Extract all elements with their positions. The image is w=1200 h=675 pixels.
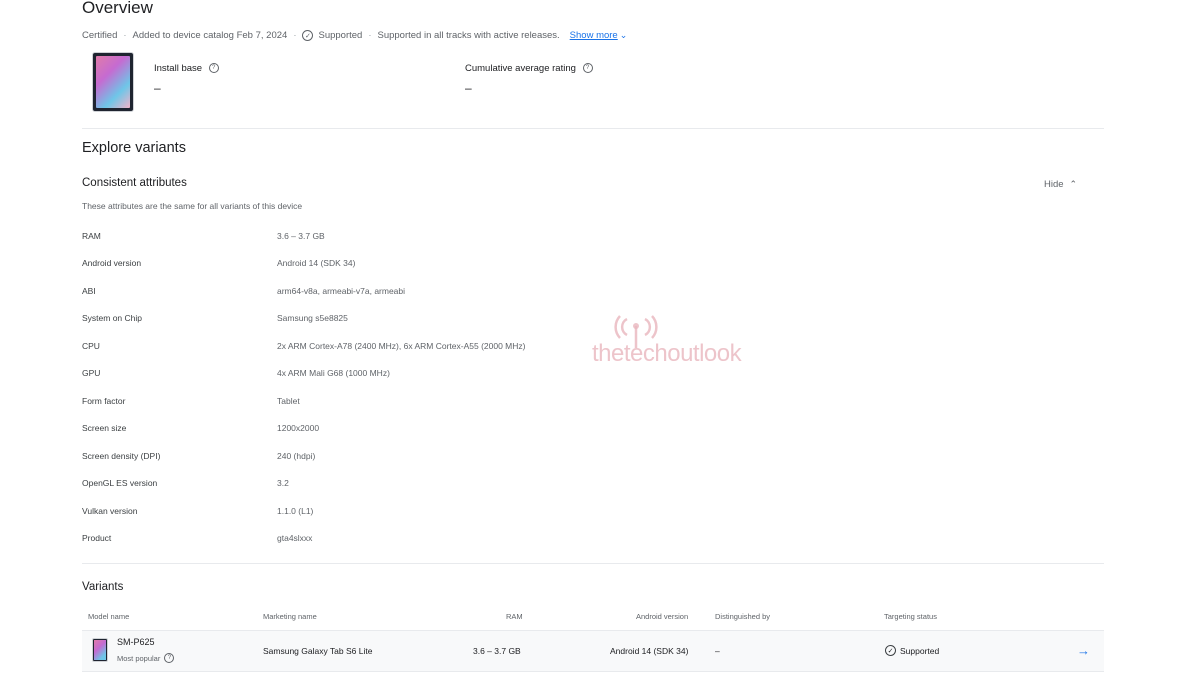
attr-key: Screen density (DPI) — [82, 450, 161, 461]
explore-variants-title: Explore variants — [82, 140, 186, 156]
attr-key: Form factor — [82, 395, 126, 406]
rating-value: – — [465, 81, 472, 95]
attr-value: gta4slxxx — [277, 533, 313, 544]
attr-key: OpenGL ES version — [82, 478, 158, 489]
install-base-value: – — [154, 81, 161, 95]
show-more-link[interactable]: Show more — [570, 30, 618, 41]
hide-toggle[interactable]: Hide ⌃ — [1044, 179, 1077, 190]
check-circle-icon: ✓ — [885, 645, 896, 656]
chevron-down-icon[interactable]: ⌄ — [620, 30, 628, 41]
supported-label: Supported — [318, 30, 363, 41]
device-image — [92, 52, 134, 112]
column-header-android[interactable]: Android version — [636, 612, 688, 621]
attr-row-android-version: Android version Android 14 (SDK 34) — [82, 250, 782, 278]
section-divider — [82, 563, 1104, 564]
attr-row-cpu: CPU 2x ARM Cortex-A78 (2400 MHz), 6x ARM … — [82, 332, 782, 360]
targeting-status: ✓ Supported — [885, 645, 939, 656]
attr-value: Tablet — [277, 395, 300, 406]
chevron-up-icon[interactable]: ⌃ — [1070, 179, 1078, 190]
column-header-model[interactable]: Model name — [88, 612, 129, 621]
attr-key: GPU — [82, 368, 101, 379]
column-header-targeting[interactable]: Targeting status — [884, 612, 937, 621]
attr-row-screen-size: Screen size 1200x2000 — [82, 415, 782, 443]
attr-row-product: Product gta4slxxx — [82, 525, 782, 553]
table-row[interactable]: SM-P625 Most popular ? Samsung Galaxy Ta… — [82, 630, 1104, 672]
ram-value: 3.6 – 3.7 GB — [473, 646, 521, 656]
attr-row-screen-density: Screen density (DPI) 240 (hdpi) — [82, 442, 782, 470]
attr-row-ram: RAM 3.6 – 3.7 GB — [82, 222, 782, 250]
separator-dot: · — [123, 30, 127, 41]
attr-value: 3.6 – 3.7 GB — [277, 230, 325, 241]
attr-row-opengl: OpenGL ES version 3.2 — [82, 470, 782, 498]
attributes-table: RAM 3.6 – 3.7 GB Android version Android 1… — [82, 222, 782, 552]
attr-value: arm64-v8a, armeabi-v7a, armeabi — [277, 285, 406, 296]
attr-row-gpu: GPU 4x ARM Mali G68 (1000 MHz) — [82, 360, 782, 388]
install-base-stat: Install base ? – — [154, 63, 219, 95]
device-thumbnail — [92, 638, 108, 662]
attr-value: 4x ARM Mali G68 (1000 MHz) — [277, 368, 390, 379]
attr-key: Screen size — [82, 423, 127, 434]
attr-row-form-factor: Form factor Tablet — [82, 387, 782, 415]
attr-key: Product — [82, 533, 112, 544]
attr-key: RAM — [82, 230, 101, 241]
rating-stat: Cumulative average rating ? – — [465, 63, 593, 95]
attr-value: 240 (hdpi) — [277, 450, 316, 461]
variants-table-header: Model name Marketing name RAM Android ve… — [82, 612, 1104, 624]
attr-row-vulkan: Vulkan version 1.1.0 (L1) — [82, 497, 782, 525]
install-base-label: Install base — [154, 63, 203, 74]
separator-dot: · — [368, 30, 372, 41]
attributes-description: These attributes are the same for all va… — [82, 201, 303, 211]
added-date: Added to device catalog Feb 7, 2024 — [132, 30, 288, 41]
model-name: SM-P625 — [117, 637, 155, 647]
variants-title: Variants — [82, 581, 124, 593]
attr-value: 3.2 — [277, 478, 289, 489]
attr-key: System on Chip — [82, 313, 142, 324]
attr-key: Vulkan version — [82, 505, 138, 516]
help-circle-icon[interactable]: ? — [582, 63, 593, 74]
attr-value: 1.1.0 (L1) — [277, 505, 314, 516]
help-circle-icon[interactable]: ? — [208, 63, 219, 74]
attr-value: 1200x2000 — [277, 423, 320, 434]
attr-row-soc: System on Chip Samsung s5e8825 — [82, 305, 782, 333]
attr-key: ABI — [82, 285, 96, 296]
targeting-status-text: Supported — [900, 645, 940, 656]
page-title: Overview — [82, 0, 153, 17]
device-meta: Certified · Added to device catalog Feb … — [82, 30, 627, 41]
android-value: Android 14 (SDK 34) — [610, 646, 689, 656]
section-divider — [82, 128, 1104, 129]
attr-key: Android version — [82, 258, 142, 269]
attr-value: Samsung s5e8825 — [277, 313, 348, 324]
column-header-ram[interactable]: RAM — [506, 612, 523, 621]
column-header-marketing[interactable]: Marketing name — [263, 612, 317, 621]
arrow-right-icon[interactable]: → — [1077, 643, 1090, 658]
hide-label[interactable]: Hide — [1044, 179, 1064, 190]
distinguished-value: – — [715, 646, 720, 656]
attr-row-abi: ABI arm64-v8a, armeabi-v7a, armeabi — [82, 277, 782, 305]
attr-value: 2x ARM Cortex-A78 (2400 MHz), 6x ARM Cor… — [277, 340, 526, 351]
tracks-label: Supported in all tracks with active rele… — [377, 30, 560, 41]
most-popular-label: Most popular ? — [117, 653, 175, 663]
check-circle-icon: ✓ — [302, 30, 314, 41]
rating-label: Cumulative average rating — [465, 63, 576, 74]
attr-value: Android 14 (SDK 34) — [277, 258, 356, 269]
certified-label: Certified — [82, 30, 118, 41]
column-header-distinguished[interactable]: Distinguished by — [715, 612, 770, 621]
help-circle-icon[interactable]: ? — [164, 653, 175, 663]
attr-key: CPU — [82, 340, 100, 351]
consistent-attributes-title: Consistent attributes — [82, 177, 187, 189]
most-popular-text: Most popular — [117, 653, 161, 663]
separator-dot: · — [293, 30, 297, 41]
marketing-name: Samsung Galaxy Tab S6 Lite — [263, 646, 373, 656]
